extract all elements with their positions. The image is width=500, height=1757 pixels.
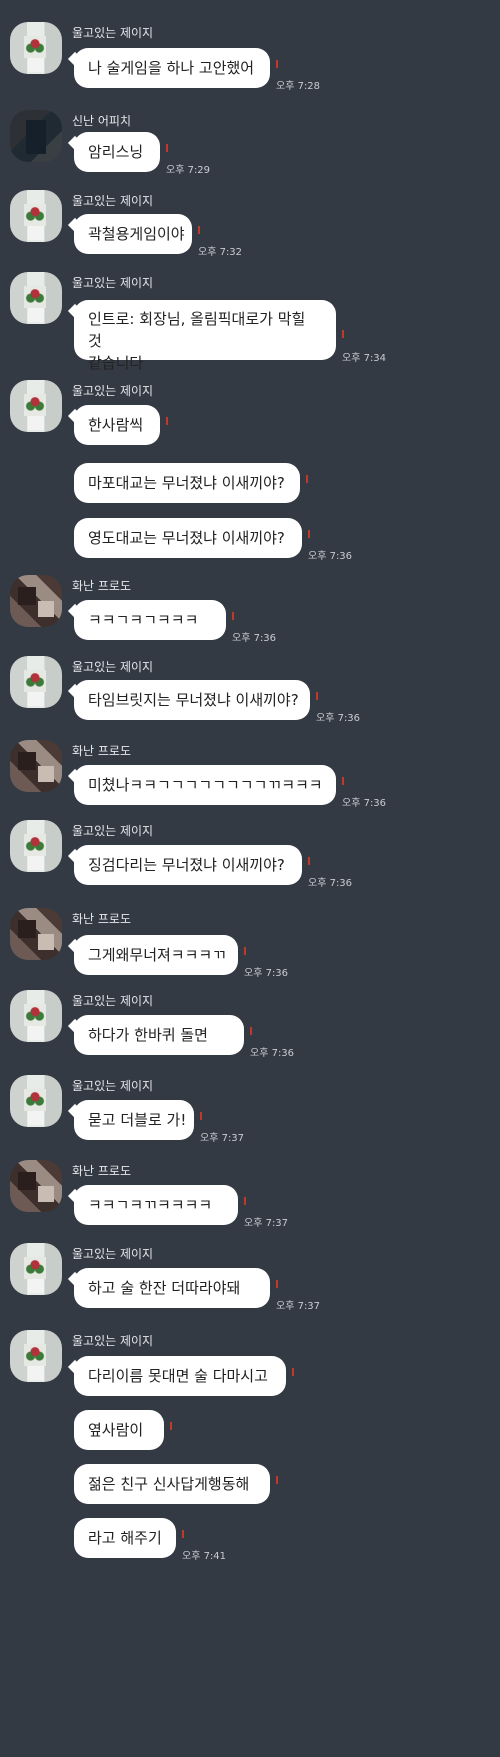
unread-mark: [244, 947, 246, 955]
unread-mark: [342, 330, 344, 338]
sender-name: 울고있는 제이지: [72, 26, 154, 40]
message-time: 오후 7:36: [316, 713, 361, 724]
message-bubble[interactable]: 타임브릿지는 무너졌냐 이새끼야?: [74, 680, 310, 720]
unread-mark: [308, 857, 310, 865]
message-bubble[interactable]: 암리스닝: [74, 132, 160, 172]
message-time: 오후 7:37: [244, 1218, 289, 1229]
unread-mark: [200, 1112, 202, 1120]
message-time: 오후 7:34: [342, 353, 387, 364]
sender-name: 울고있는 제이지: [72, 660, 154, 674]
sender-name: 울고있는 제이지: [72, 384, 154, 398]
unread-mark: [198, 226, 200, 234]
message-row: 묻고 더블로 가! 오후 7:37: [0, 1100, 500, 1144]
unread-mark: [166, 417, 168, 425]
sender-name: 울고있는 제이지: [72, 194, 154, 208]
message-bubble[interactable]: 한사람씩: [74, 405, 160, 445]
message-row: ㅋㅋㄱㅋㄲㅋㅋㅋㅋ 오후 7:37: [0, 1185, 500, 1229]
unread-mark: [232, 612, 234, 620]
sender-name: 울고있는 제이지: [72, 994, 154, 1008]
message-bubble[interactable]: 옆사람이: [74, 1410, 164, 1450]
message-time: 오후 7:36: [308, 878, 353, 889]
message-bubble[interactable]: 징검다리는 무너졌냐 이새끼야?: [74, 845, 302, 885]
message-bubble[interactable]: 그게왜무너져ㅋㅋㅋㄲ: [74, 935, 238, 975]
message-bubble[interactable]: 인트로: 회장님, 올림픽대로가 막힐 것 같습니다: [74, 300, 336, 372]
message-time: 오후 7:36: [250, 1048, 295, 1059]
unread-mark: [308, 530, 310, 538]
message-bubble[interactable]: ㅋㅋㄱㅋㄲㅋㅋㅋㅋ: [74, 1185, 238, 1225]
message-row: 하다가 한바퀴 돌면오후 7:36: [0, 1015, 500, 1059]
message-row: 젊은 친구 신사답게행동해: [0, 1464, 500, 1504]
message-time: 오후 7:37: [200, 1133, 245, 1144]
sender-name: 화난 프로도: [72, 912, 132, 926]
message-bubble[interactable]: ㅋㅋㄱㅋㄱㅋㅋㅋ: [74, 600, 226, 640]
message-bubble[interactable]: 마포대교는 무너졌냐 이새끼야?: [74, 463, 300, 503]
message-row: 나 술게임을 하나 고안했어오후 7:28: [0, 48, 500, 92]
message-row: 라고 해주기오후 7:41: [0, 1518, 500, 1562]
sender-name: 울고있는 제이지: [72, 276, 154, 290]
message-time: 오후 7:36: [342, 798, 387, 809]
message-time: 오후 7:32: [198, 247, 243, 258]
message-row: 한사람씩: [0, 405, 500, 445]
message-time: 오후 7:36: [232, 633, 277, 644]
message-time: 오후 7:37: [276, 1301, 321, 1312]
unread-mark: [306, 475, 308, 483]
message-row: 미쳤나ㅋㅋㄱㄱㄱㄱㄱㄱㄱㄱㄲㅋㅋㅋ 오후 7:36: [0, 765, 500, 809]
sender-name: 신난 어피치: [72, 114, 132, 128]
message-row: 하고 술 한잔 더따라야돼오후 7:37: [0, 1268, 500, 1312]
sender-name: 화난 프로도: [72, 579, 132, 593]
message-row: 영도대교는 무너졌냐 이새끼야? 오후 7:36: [0, 518, 500, 562]
unread-mark: [276, 1280, 278, 1288]
message-bubble[interactable]: 묻고 더블로 가!: [74, 1100, 194, 1140]
sender-name: 울고있는 제이지: [72, 1247, 154, 1261]
sender-name: 화난 프로도: [72, 1164, 132, 1178]
unread-mark: [276, 60, 278, 68]
sender-name: 울고있는 제이지: [72, 1079, 154, 1093]
message-time: 오후 7:41: [182, 1551, 227, 1562]
unread-mark: [342, 777, 344, 785]
message-time: 오후 7:28: [276, 81, 321, 92]
message-bubble[interactable]: 미쳤나ㅋㅋㄱㄱㄱㄱㄱㄱㄱㄱㄲㅋㅋㅋ: [74, 765, 336, 805]
message-row: 징검다리는 무너졌냐 이새끼야? 오후 7:36: [0, 845, 500, 889]
message-row: 곽철용게임이야오후 7:32: [0, 214, 500, 258]
message-bubble[interactable]: 나 술게임을 하나 고안했어: [74, 48, 270, 88]
chat-view: 울고있는 제이지 나 술게임을 하나 고안했어 오후 7:28 신난 어피치 암리스닝 오…: [0, 0, 500, 1757]
message-time: 오후 7:29: [166, 165, 211, 176]
message-row: 암리스닝오후 7:29: [0, 132, 500, 176]
unread-mark: [182, 1530, 184, 1538]
message-row: 타임브릿지는 무너졌냐 이새끼야? 오후 7:36: [0, 680, 500, 724]
message-bubble[interactable]: 하다가 한바퀴 돌면: [74, 1015, 244, 1055]
message-bubble[interactable]: 다리이름 못대면 술 다마시고: [74, 1356, 286, 1396]
message-row: 인트로: 회장님, 올림픽대로가 막힐 것 같습니다오후 7:34: [0, 300, 500, 372]
message-row: 그게왜무너져ㅋㅋㅋㄲ 오후 7:36: [0, 935, 500, 979]
message-row: ㅋㅋㄱㅋㄱㅋㅋㅋ 오후 7:36: [0, 600, 500, 644]
message-row: 마포대교는 무너졌냐 이새끼야?: [0, 463, 500, 503]
message-row: 옆사람이: [0, 1410, 500, 1450]
message-time: 오후 7:36: [244, 968, 289, 979]
unread-mark: [292, 1368, 294, 1376]
message-bubble[interactable]: 곽철용게임이야: [74, 214, 192, 254]
unread-mark: [316, 692, 318, 700]
sender-name: 울고있는 제이지: [72, 1334, 154, 1348]
message-bubble[interactable]: 라고 해주기: [74, 1518, 176, 1558]
unread-mark: [250, 1027, 252, 1035]
message-bubble[interactable]: 하고 술 한잔 더따라야돼: [74, 1268, 270, 1308]
message-time: 오후 7:36: [308, 551, 353, 562]
sender-name: 울고있는 제이지: [72, 824, 154, 838]
unread-mark: [244, 1197, 246, 1205]
message-row: 다리이름 못대면 술 다마시고: [0, 1356, 500, 1396]
message-bubble[interactable]: 영도대교는 무너졌냐 이새끼야?: [74, 518, 302, 558]
unread-mark: [166, 144, 168, 152]
unread-mark: [276, 1476, 278, 1484]
unread-mark: [170, 1422, 172, 1430]
message-bubble[interactable]: 젊은 친구 신사답게행동해: [74, 1464, 270, 1504]
sender-name: 화난 프로도: [72, 744, 132, 758]
